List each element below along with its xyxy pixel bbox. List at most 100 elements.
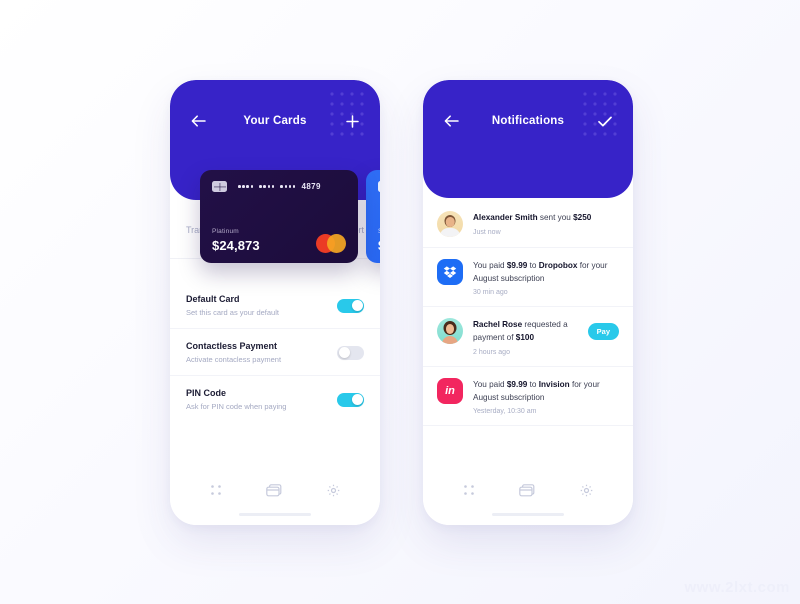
notification-body: You paid $9.99 to Dropobox for your Augu… (473, 259, 619, 296)
setting-text: Default Card Set this card as your defau… (186, 294, 279, 317)
gear-icon[interactable] (327, 484, 340, 497)
notification-item[interactable]: in You paid $9.99 to Invision for your A… (423, 367, 633, 427)
avatar (437, 318, 463, 345)
notification-amount: $250 (573, 213, 592, 222)
notification-sender: Rachel Rose (473, 320, 523, 330)
cards-icon[interactable] (266, 483, 282, 497)
card-tier: S (378, 228, 380, 235)
notification-amount: $9.99 (506, 261, 528, 270)
notification-body: Alexander Smith sent you $250 Just now (473, 211, 619, 236)
toggle-default-card[interactable] (337, 298, 364, 313)
settings-list: Default Card Set this card as your defau… (170, 282, 380, 422)
avatar (437, 211, 463, 237)
back-arrow-icon[interactable] (441, 111, 461, 131)
notification-body: Rachel Rose requested a payment of $100 … (473, 318, 578, 355)
invision-icon: in (437, 377, 463, 404)
notification-body: You paid $9.99 to Invision for your Augu… (473, 378, 619, 415)
setting-row-contactless-payment[interactable]: Contactless Payment Activate contacless … (170, 329, 380, 376)
credit-card-primary[interactable]: 4879 Platinum $24,873 (200, 170, 358, 263)
notification-item[interactable]: Alexander Smith sent you $250 Just now (423, 200, 633, 248)
notification-merchant: Invision (538, 379, 570, 389)
nav-icon-row (170, 473, 380, 507)
notifications-header: Notifications (423, 80, 633, 198)
nav-icon-row (423, 473, 633, 507)
card-bottom-row: Platinum $24,873 (212, 228, 346, 253)
card-info: Platinum $24,873 (212, 228, 260, 253)
card-top-row (378, 181, 380, 192)
notification-prefix: You paid (473, 379, 507, 389)
notification-time: 2 hours ago (473, 348, 510, 356)
toggle-pin-code[interactable] (337, 392, 364, 407)
grid-dots-icon[interactable] (463, 484, 475, 496)
notification-mid: to (527, 379, 539, 389)
home-indicator (239, 512, 311, 516)
card-last4: 4879 (301, 182, 321, 191)
notifications-list: Alexander Smith sent you $250 Just now Y… (423, 200, 633, 427)
card-number: 4879 (238, 182, 321, 191)
cards-carousel: S $ (170, 170, 380, 275)
cards-icon[interactable] (519, 483, 535, 497)
setting-title: Default Card (186, 294, 240, 304)
home-indicator (492, 512, 564, 516)
setting-title: Contactless Payment (186, 341, 278, 351)
toggle-knob (338, 347, 350, 358)
card-info: S $ (378, 228, 380, 253)
phone-screen-your-cards: Your Cards Transactions Settings Report … (170, 80, 380, 525)
grid-dots-icon[interactable] (210, 484, 222, 496)
dropbox-icon (437, 259, 463, 285)
card-amount: $24,873 (212, 238, 260, 253)
chip-icon (212, 181, 227, 192)
setting-row-pin-code[interactable]: PIN Code Ask for PIN code when paying (170, 376, 380, 422)
notification-prefix: You paid (473, 261, 507, 270)
notification-amount: $9.99 (506, 379, 528, 389)
notification-sender: Alexander Smith (473, 213, 538, 222)
back-arrow-icon[interactable] (188, 111, 208, 131)
notification-time: Yesterday, 10:30 am (473, 408, 537, 416)
notification-amount: $100 (515, 333, 534, 343)
page-title: Your Cards (243, 115, 307, 127)
page-background: Your Cards Transactions Settings Report … (0, 0, 800, 604)
pay-button[interactable]: Pay (587, 323, 619, 341)
plus-icon[interactable] (342, 111, 362, 131)
setting-text: PIN Code Ask for PIN code when paying (186, 388, 286, 411)
chip-icon (378, 181, 380, 192)
toggle-knob (351, 300, 363, 311)
notification-time: 30 min ago (473, 289, 508, 297)
setting-text: Contactless Payment Activate contacless … (186, 341, 281, 364)
notifications-header-bar: Notifications (423, 110, 633, 132)
setting-subtitle: Ask for PIN code when paying (186, 402, 287, 411)
card-amount: $ (378, 238, 380, 253)
masked-digit-group (259, 185, 275, 188)
setting-title: PIN Code (186, 388, 227, 398)
mastercard-logo-icon (316, 234, 346, 253)
setting-subtitle: Activate contacless payment (186, 355, 282, 364)
setting-subtitle: Set this card as your default (186, 308, 279, 317)
notification-item[interactable]: You paid $9.99 to Dropobox for your Augu… (423, 248, 633, 308)
cards-header-bar: Your Cards (170, 110, 380, 132)
card-bottom-row: S $ (378, 228, 380, 253)
credit-card-secondary[interactable]: S $ (366, 170, 380, 263)
notification-mid: to (527, 261, 539, 270)
toggle-contactless-payment[interactable] (337, 345, 364, 360)
card-tier: Platinum (212, 228, 239, 235)
notification-text: Rachel Rose requested a payment of $100 (473, 319, 578, 344)
setting-row-default-card[interactable]: Default Card Set this card as your defau… (170, 282, 380, 329)
page-title: Notifications (491, 115, 565, 127)
notifications-content-sheet: Alexander Smith sent you $250 Just now Y… (423, 200, 633, 525)
notification-merchant: Dropobox (538, 261, 578, 270)
notification-text: You paid $9.99 to Invision for your Augu… (473, 379, 619, 404)
card-top-row: 4879 (212, 181, 346, 192)
phone-screen-notifications: Notifications Alexander Smith sent you $… (423, 80, 633, 525)
bottom-navigation-notifications (423, 473, 633, 525)
notification-item[interactable]: Rachel Rose requested a payment of $100 … (423, 307, 633, 367)
bottom-navigation-cards (170, 473, 380, 525)
check-icon[interactable] (595, 111, 615, 131)
notification-mid: sent you (537, 213, 574, 222)
notification-text: You paid $9.99 to Dropobox for your Augu… (473, 260, 619, 285)
watermark: www.2lxt.com (684, 579, 790, 596)
notification-time: Just now (473, 228, 501, 236)
masked-digit-group (280, 185, 296, 188)
gear-icon[interactable] (580, 484, 593, 497)
masked-digit-group (238, 185, 254, 188)
toggle-knob (351, 394, 363, 405)
